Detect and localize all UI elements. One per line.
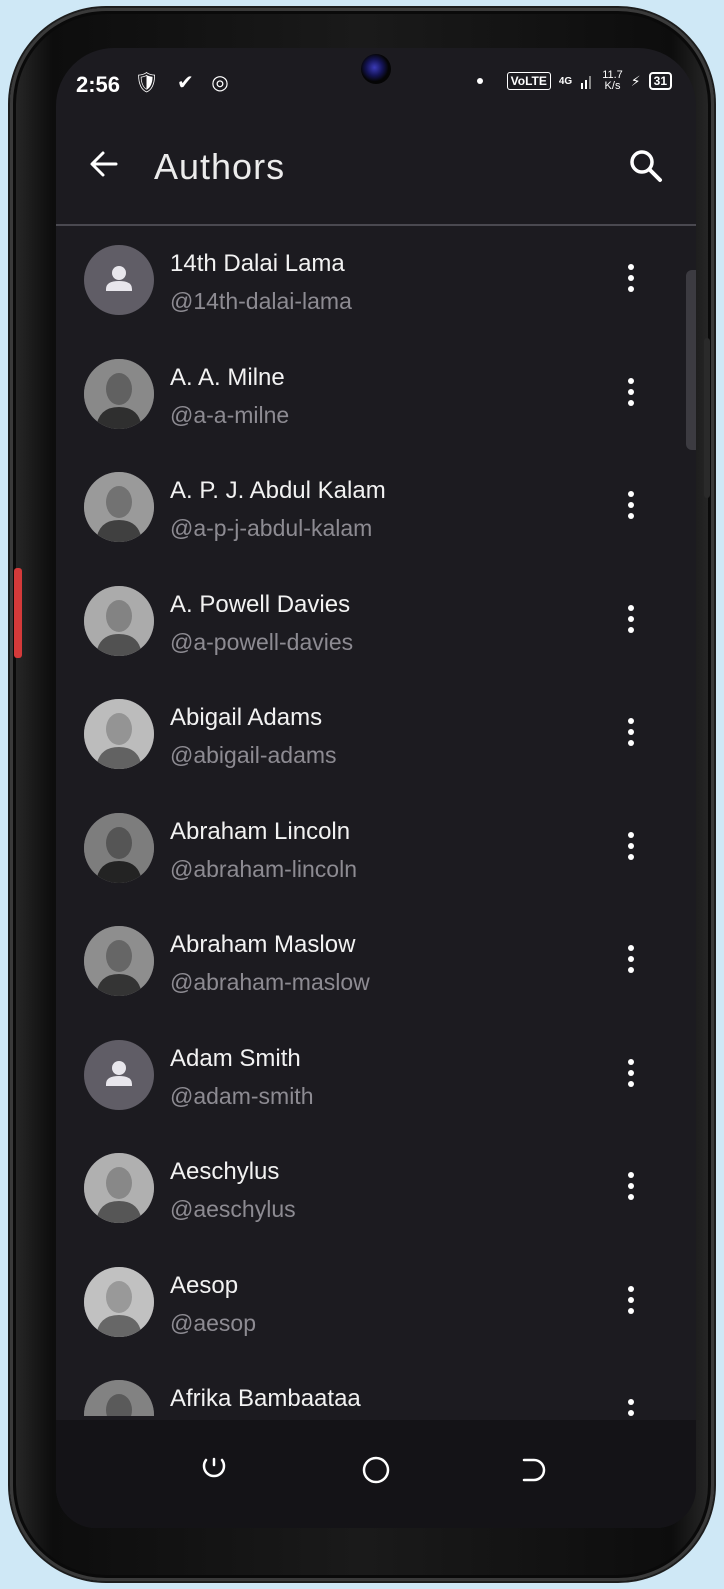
more-vert-icon[interactable] — [626, 1058, 636, 1093]
author-handle: @abigail-adams — [170, 742, 337, 768]
search-icon[interactable] — [626, 146, 666, 186]
author-handle: @a-p-j-abdul-kalam — [170, 515, 373, 541]
avatar-placeholder-icon — [84, 245, 154, 315]
author-handle: @aesop — [170, 1309, 257, 1336]
side-button — [14, 568, 22, 658]
battery-level: 31 — [648, 72, 672, 90]
list-item[interactable]: A. P. J. Abdul Kalam @a-p-j-abdul-kalam — [56, 453, 696, 567]
author-name: A. P. J. Abdul Kalam — [170, 477, 386, 504]
author-name: 14th Dalai Lama — [170, 250, 345, 277]
avatar — [84, 926, 154, 996]
volte-badge: VoLTE — [506, 72, 551, 90]
more-vert-icon[interactable] — [626, 718, 636, 752]
home-icon[interactable] — [356, 1450, 396, 1490]
charging-icon: ⚡ — [630, 72, 641, 89]
author-name: Abraham Lincoln — [170, 817, 351, 845]
network-speed: 11.7 K/s — [602, 70, 623, 92]
list-item[interactable]: Abigail Adams @abigail-adams — [56, 680, 696, 794]
status-right: VoLTE 4G 11.7 K/s ⚡ 31 — [476, 70, 672, 92]
author-name: Aesop — [170, 1271, 239, 1299]
list-item[interactable]: Adam Smith @adam-smith — [56, 1021, 696, 1135]
avatar — [84, 812, 154, 883]
network-speed-unit: K/s — [604, 80, 621, 92]
camera-icon — [361, 54, 391, 84]
network-label: 4G — [558, 75, 573, 87]
author-handle: @adam-smith — [170, 1082, 314, 1109]
status-time: 2:56 — [76, 72, 121, 97]
list-item[interactable]: Afrika Bambaataa — [56, 1361, 696, 1416]
author-handle: @abraham-maslow — [170, 969, 370, 995]
list-item[interactable]: A. A. Milne @a-a-milne — [56, 340, 696, 454]
more-vert-icon[interactable] — [626, 604, 636, 639]
author-name: Afrika Bambaataa — [170, 1385, 361, 1412]
more-vert-icon[interactable] — [626, 831, 636, 866]
avatar-placeholder-icon — [84, 1039, 154, 1110]
more-vert-icon[interactable] — [626, 1285, 636, 1320]
author-handle: @a-a-milne — [170, 401, 290, 428]
status-notification-icons: 🛡 ✔ ◎ — [134, 72, 235, 94]
system-back-icon[interactable] — [514, 1450, 554, 1490]
author-handle: @14th-dalai-lama — [170, 288, 352, 314]
list-item[interactable]: A. Powell Davies @a-powell-davies — [56, 567, 696, 681]
list-item[interactable]: Abraham Maslow @abraham-maslow — [56, 907, 696, 1021]
author-name: A. A. Milne — [170, 363, 285, 391]
author-name: Abraham Maslow — [170, 931, 356, 958]
author-handle: @a-powell-davies — [170, 628, 354, 655]
avatar — [84, 1266, 154, 1337]
authors-list[interactable]: 14th Dalai Lama @14th-dalai-lama A. A. Mil… — [56, 226, 696, 1416]
more-vert-icon[interactable] — [626, 264, 636, 298]
recent-apps-icon[interactable] — [194, 1450, 234, 1490]
avatar — [84, 472, 154, 542]
arrow-left-icon[interactable] — [86, 146, 122, 182]
scrollbar[interactable] — [686, 270, 696, 450]
author-handle: @aeschylus — [170, 1196, 296, 1222]
author-name: Adam Smith — [170, 1044, 301, 1072]
page-title: Authors — [154, 146, 286, 187]
author-name: Aeschylus — [170, 1158, 280, 1185]
more-vert-icon[interactable] — [626, 945, 636, 979]
more-vert-icon[interactable] — [626, 1399, 636, 1416]
more-vert-icon[interactable] — [626, 1172, 636, 1206]
notification-dot-icon — [476, 78, 483, 84]
author-handle: @abraham-lincoln — [170, 855, 357, 882]
screen: 2:56 🛡 ✔ ◎ VoLTE 4G 11.7 K/s ⚡ 31 Author… — [56, 48, 696, 1528]
avatar — [84, 358, 154, 429]
list-item[interactable]: Abraham Lincoln @abraham-lincoln — [56, 794, 696, 908]
author-name: Abigail Adams — [170, 704, 323, 731]
more-vert-icon[interactable] — [626, 491, 636, 525]
avatar — [84, 1153, 154, 1223]
avatar — [84, 699, 154, 769]
signal-icon — [581, 76, 592, 89]
list-item[interactable]: 14th Dalai Lama @14th-dalai-lama — [56, 226, 696, 340]
list-item[interactable]: Aeschylus @aeschylus — [56, 1134, 696, 1248]
app-bar: Authors — [56, 116, 696, 226]
side-key — [704, 338, 710, 498]
navigation-bar — [56, 1420, 696, 1528]
list-item[interactable]: Aesop @aesop — [56, 1248, 696, 1362]
author-name: A. Powell Davies — [170, 590, 351, 618]
more-vert-icon[interactable] — [626, 377, 636, 412]
phone-frame: 2:56 🛡 ✔ ◎ VoLTE 4G 11.7 K/s ⚡ 31 Author… — [10, 8, 714, 1581]
avatar — [84, 1380, 154, 1416]
avatar — [84, 585, 154, 656]
